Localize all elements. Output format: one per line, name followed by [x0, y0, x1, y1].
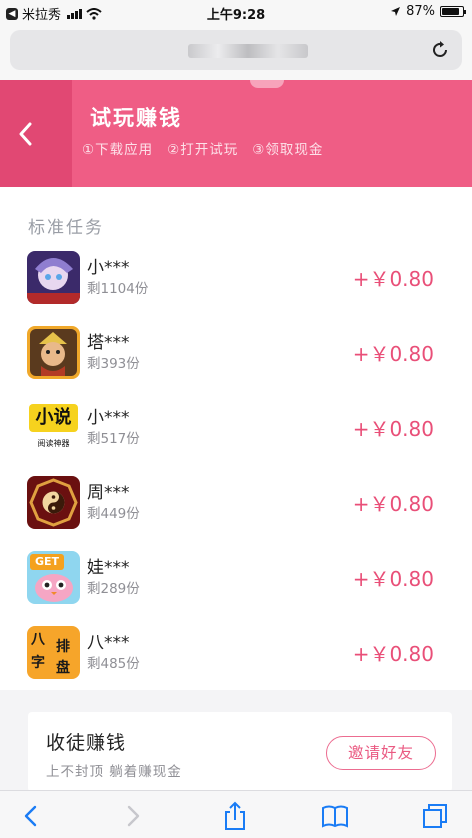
- task-item[interactable]: GET 娃*** 剩289份 +￥0.80: [0, 547, 472, 622]
- task-item[interactable]: 小说 阅读神器 小*** 剩517份 +￥0.80: [0, 397, 472, 472]
- battery-fill: [442, 8, 460, 15]
- task-item[interactable]: 小*** 剩1104份 +￥0.80: [0, 247, 472, 322]
- task-name: 小***: [87, 258, 130, 278]
- recruit-title: 收徒赚钱: [46, 732, 127, 754]
- browser-toolbar: [0, 790, 472, 838]
- task-name: 周***: [87, 483, 130, 503]
- back-icon[interactable]: [16, 801, 46, 831]
- task-reward: +￥0.80: [352, 492, 434, 516]
- location-arrow-icon: [391, 7, 401, 16]
- step-download: ①下载应用: [82, 142, 154, 158]
- novel-icon-text: 小说: [29, 404, 78, 432]
- task-remaining: 剩485份: [87, 656, 140, 672]
- task-remaining: 剩1104份: [87, 281, 149, 297]
- recruit-subtitle: 上不封顶 躺着赚现金: [46, 764, 182, 780]
- task-name: 八***: [87, 633, 130, 653]
- status-right: 87%: [390, 4, 466, 19]
- page-header: 试玩赚钱 ①下载应用 ②打开试玩 ③领取现金: [0, 80, 472, 187]
- blurred-url: [188, 44, 308, 58]
- page-title: 试玩赚钱: [90, 106, 182, 130]
- bazi-paipan-icon: 八 字 排 盘: [27, 626, 80, 679]
- task-remaining: 剩517份: [87, 431, 140, 447]
- task-remaining: 剩449份: [87, 506, 140, 522]
- chevron-left-icon: [19, 122, 32, 146]
- task-reward: +￥0.80: [352, 567, 434, 591]
- anime-character-game-icon: [27, 251, 80, 304]
- reload-icon[interactable]: [430, 40, 450, 60]
- battery-icon: [440, 6, 466, 17]
- bazi-char-1: 八: [31, 632, 45, 648]
- header-back-button[interactable]: [0, 80, 72, 187]
- task-item[interactable]: 八 字 排 盘 八*** 剩485份 +￥0.80: [0, 622, 472, 697]
- steps: ①下载应用 ②打开试玩 ③领取现金: [82, 138, 323, 158]
- bagua-yinyang-icon: [27, 476, 80, 529]
- task-name: 塔***: [87, 333, 130, 353]
- task-item[interactable]: 周*** 剩449份 +￥0.80: [0, 472, 472, 547]
- battery-percent: 87%: [406, 4, 435, 19]
- section-title: 标准任务: [28, 218, 104, 238]
- task-remaining: 剩289份: [87, 581, 140, 597]
- task-name: 小***: [87, 408, 130, 428]
- tabs-icon[interactable]: [420, 801, 450, 831]
- task-item[interactable]: 塔*** 剩393份 +￥0.80: [0, 322, 472, 397]
- novel-reader-icon: 小说 阅读神器: [27, 401, 80, 454]
- header-notch: [250, 80, 284, 88]
- forward-icon[interactable]: [118, 801, 148, 831]
- task-remaining: 剩393份: [87, 356, 140, 372]
- task-reward: +￥0.80: [352, 267, 434, 291]
- task-reward: +￥0.80: [352, 417, 434, 441]
- step-open: ②打开试玩: [167, 142, 239, 158]
- bazi-char-4: 盘: [56, 660, 70, 676]
- warrior-game-icon: [27, 326, 80, 379]
- status-bar: ◀ 米拉秀 上午9:28 87%: [0, 0, 472, 24]
- browser-address-area: [0, 24, 472, 80]
- task-name: 娃***: [87, 558, 130, 578]
- invite-friends-button[interactable]: 邀请好友: [326, 736, 436, 770]
- task-reward: +￥0.80: [352, 642, 434, 666]
- url-field[interactable]: [10, 30, 462, 70]
- recruit-card: 收徒赚钱 上不封顶 躺着赚现金 邀请好友: [28, 712, 452, 792]
- novel-icon-subtext: 阅读神器: [37, 439, 70, 448]
- bazi-char-3: 排: [56, 639, 70, 655]
- task-reward: +￥0.80: [352, 342, 434, 366]
- bazi-char-2: 字: [31, 655, 45, 671]
- step-claim: ③领取现金: [252, 142, 324, 158]
- task-list-section: 标准任务 小*** 剩1104份 +￥0.80 塔*** 剩393份 +￥0.8…: [0, 187, 472, 690]
- bookmarks-icon[interactable]: [320, 801, 350, 831]
- cute-bird-game-icon: GET: [27, 551, 80, 604]
- share-icon[interactable]: [220, 801, 250, 831]
